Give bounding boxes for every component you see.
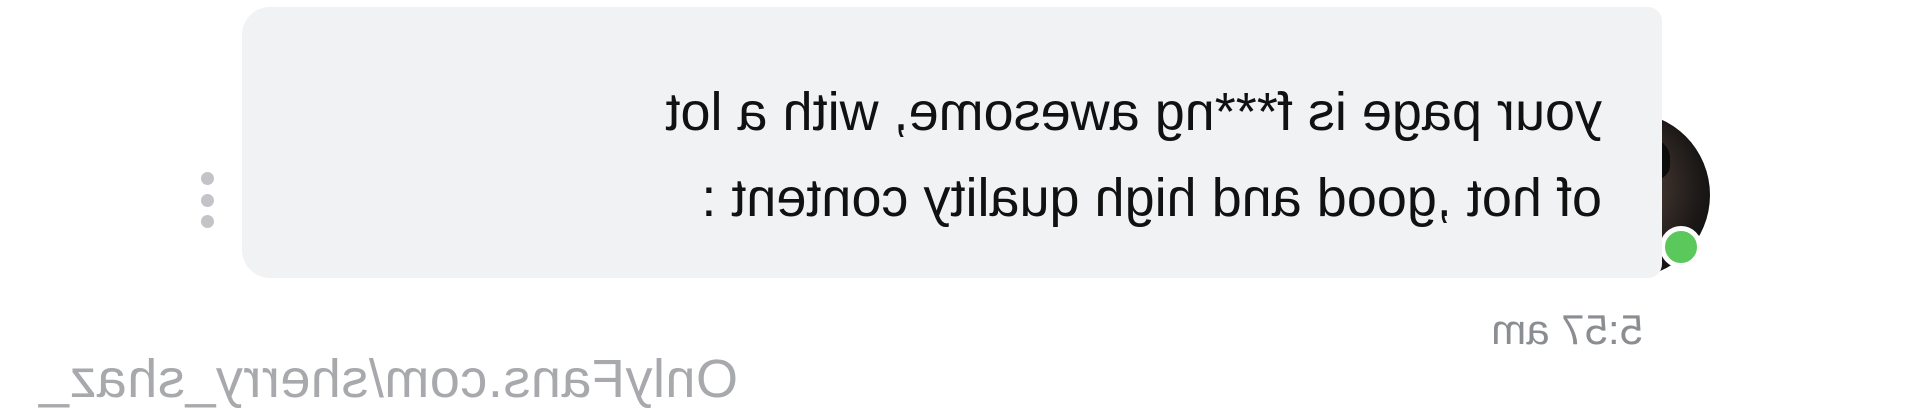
- more-options-button[interactable]: [194, 172, 222, 228]
- message-timestamp: 5:57 am: [1491, 306, 1643, 353]
- watermark-text: OnlyFans.com/sherry_shaz_: [38, 349, 738, 409]
- vertical-ellipsis-icon: [201, 193, 215, 207]
- message-text: your page is f***ng awesome, with a lot …: [665, 82, 1602, 228]
- message-bubble[interactable]: your page is f***ng awesome, with a lot …: [242, 7, 1662, 278]
- vertical-ellipsis-icon: [201, 172, 215, 185]
- vertical-ellipsis-icon: [201, 215, 215, 228]
- online-status-icon: [1660, 226, 1702, 268]
- chat-scene: your page is f***ng awesome, with a lot …: [0, 0, 1920, 420]
